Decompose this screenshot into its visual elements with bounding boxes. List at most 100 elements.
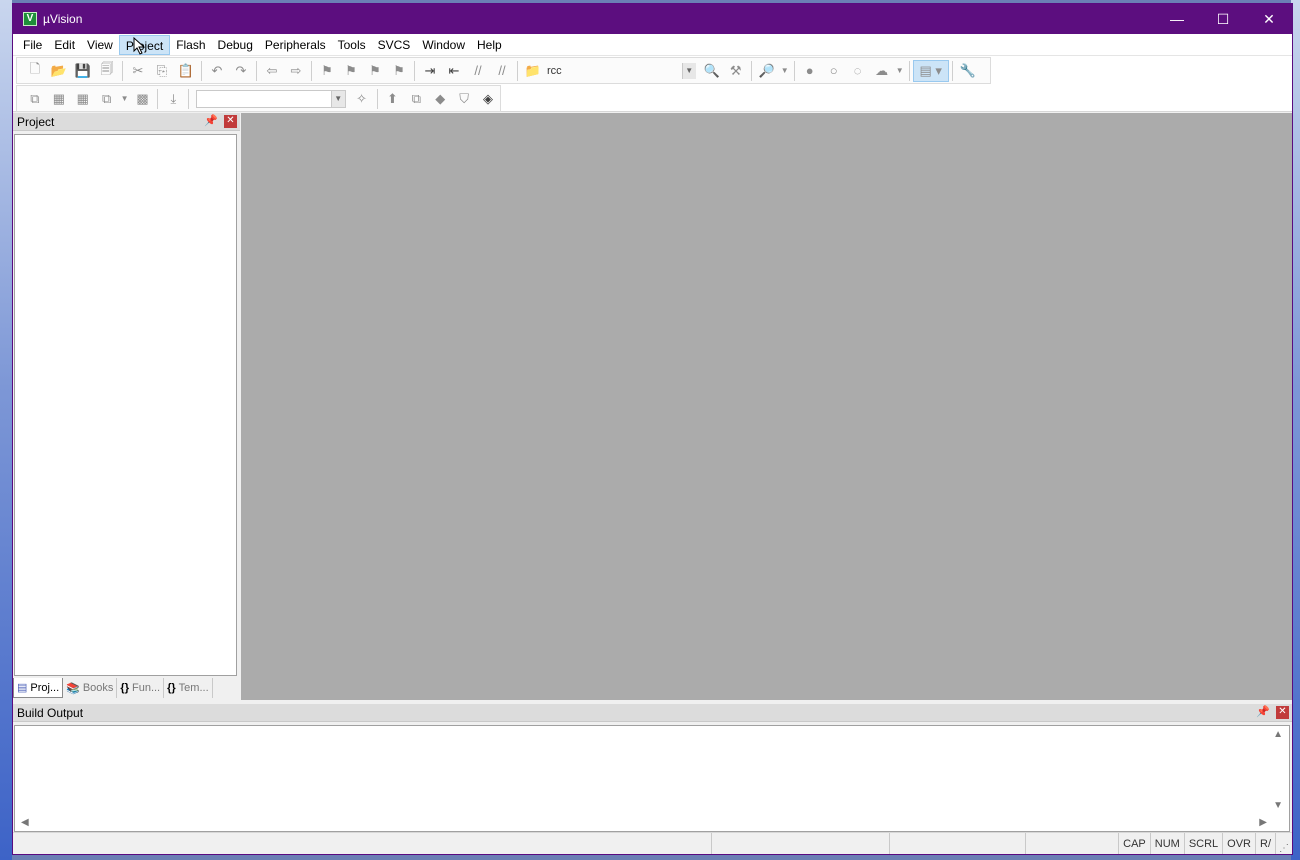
breakpoint-kill-all-icon[interactable]: ☁ xyxy=(870,60,894,82)
books-icon: 📚 xyxy=(66,682,80,695)
window-layout-icon[interactable]: ▤ ▾ xyxy=(912,59,949,82)
tab-functions[interactable]: {} Fun... xyxy=(117,678,165,698)
rebuild-icon[interactable]: ▦ xyxy=(71,88,95,110)
debug-session-icon[interactable]: 🔎 xyxy=(755,60,779,82)
build-output-pane: Build Output 📌 ✕ ▲ ▼ ◀ ▶ xyxy=(13,704,1292,832)
target-select[interactable]: ▼ xyxy=(196,89,346,108)
uvision-window: V µVision — ☐ ✕ File Edit View Project F… xyxy=(12,3,1293,855)
translate-icon[interactable]: ⧉ xyxy=(23,88,47,110)
pack-installer-icon[interactable]: ◆ xyxy=(428,88,452,110)
find-combo[interactable]: ▼ xyxy=(566,62,696,80)
paste-icon[interactable]: 📋 xyxy=(174,60,198,82)
copy-icon[interactable]: ⎘ xyxy=(150,60,174,82)
bookmark-previous-icon[interactable]: ⚑ xyxy=(339,60,363,82)
pin-icon[interactable]: 📌 xyxy=(1256,705,1270,718)
indent-icon[interactable]: ⇥ xyxy=(418,60,442,82)
breakpoint-insert-icon[interactable]: ● xyxy=(798,60,822,82)
toolbar-separator xyxy=(750,60,752,81)
download-load-icon[interactable]: ⤓ xyxy=(161,88,185,110)
unindent-icon[interactable]: ⇤ xyxy=(442,60,466,82)
close-icon[interactable]: ✕ xyxy=(1276,706,1289,719)
configure-wrench-icon[interactable]: 🔧 xyxy=(956,60,980,82)
bookmark-clear-icon[interactable]: ⚑ xyxy=(387,60,411,82)
maximize-button[interactable]: ☐ xyxy=(1200,4,1246,34)
toolbar-separator xyxy=(951,60,953,81)
menu-project[interactable]: Project xyxy=(118,34,171,55)
project-pane: Project 📌 ✕ ▤ Proj... 📚 Books {} Fun... … xyxy=(13,113,240,700)
cut-icon[interactable]: ✂ xyxy=(126,60,150,82)
build-output-text[interactable]: ▲ ▼ ◀ ▶ xyxy=(14,725,1290,832)
select-software-packs-icon[interactable]: ⛉ xyxy=(452,88,476,110)
menu-debug[interactable]: Debug xyxy=(212,35,259,55)
tab-label: Tem... xyxy=(178,682,209,694)
tab-templates[interactable]: {} Tem... xyxy=(164,678,213,698)
menu-view[interactable]: View xyxy=(81,35,119,55)
status-cap: CAP xyxy=(1119,833,1151,854)
project-tree[interactable] xyxy=(14,134,237,676)
file-extensions-icon[interactable]: ⧉ xyxy=(404,88,428,110)
menu-tools[interactable]: Tools xyxy=(332,35,372,55)
status-cursor xyxy=(1026,833,1120,854)
scroll-down-icon[interactable]: ▼ xyxy=(1273,800,1283,811)
save-all-icon[interactable]: 🗐 xyxy=(95,60,119,82)
templates-icon: {} xyxy=(167,682,176,694)
menu-edit[interactable]: Edit xyxy=(48,35,81,55)
pin-icon[interactable]: 📌 xyxy=(204,114,218,127)
breakpoint-disable-all-icon[interactable]: ◌ xyxy=(846,60,870,82)
menu-flash[interactable]: Flash xyxy=(170,35,211,55)
project-tab-icon: ▤ xyxy=(17,682,28,694)
chevron-down-icon[interactable]: ▼ xyxy=(681,62,696,79)
manage-components-icon[interactable]: ⬆ xyxy=(381,88,405,110)
build-icon[interactable]: ▦ xyxy=(47,88,71,110)
new-file-icon[interactable]: 🗋 xyxy=(23,60,47,82)
chevron-down-icon[interactable]: ▼ xyxy=(330,90,345,107)
minimize-button[interactable]: — xyxy=(1154,4,1200,34)
uncomment-icon[interactable]: // xyxy=(490,60,514,82)
find-icon[interactable]: 🔍 xyxy=(700,60,724,82)
chevron-down-icon[interactable]: ▼ xyxy=(894,60,906,82)
menu-file[interactable]: File xyxy=(17,35,48,55)
toolbar-separator xyxy=(188,88,190,109)
open-folder-icon[interactable]: 📂 xyxy=(47,60,71,82)
chevron-down-icon[interactable]: ▼ xyxy=(119,88,131,110)
toolbar-separator xyxy=(908,60,910,81)
file-toolbar: 🗋 📂 💾 🗐 ✂ ⎘ 📋 ↶ ↷ ⇦ ⇨ ⚑ ⚑ ⚑ ⚑ ⇥ ⇤ // // xyxy=(16,57,991,84)
tab-books[interactable]: 📚 Books xyxy=(63,678,118,698)
editor-area[interactable] xyxy=(241,113,1292,700)
menu-help[interactable]: Help xyxy=(471,35,508,55)
target-options-icon[interactable]: ✧ xyxy=(350,88,374,110)
scroll-up-icon[interactable]: ▲ xyxy=(1273,729,1283,740)
breakpoint-disable-icon[interactable]: ○ xyxy=(822,60,846,82)
close-button[interactable]: ✕ xyxy=(1246,4,1292,34)
incremental-find-icon[interactable]: ⚒ xyxy=(724,60,748,82)
menu-peripherals[interactable]: Peripherals xyxy=(259,35,332,55)
toolbar-separator xyxy=(376,88,378,109)
navigate-back-icon[interactable]: ⇦ xyxy=(260,60,284,82)
redo-icon[interactable]: ↷ xyxy=(229,60,253,82)
uvision-app-icon: V xyxy=(23,12,37,26)
save-icon[interactable]: 💾 xyxy=(71,60,95,82)
desktop-background-left xyxy=(0,0,12,860)
find-text-field[interactable]: rcc xyxy=(547,65,562,77)
batch-build-icon[interactable]: ⧉ xyxy=(95,88,119,110)
navigate-forward-icon[interactable]: ⇨ xyxy=(284,60,308,82)
tab-project[interactable]: ▤ Proj... xyxy=(13,678,64,698)
chevron-down-icon[interactable]: ▼ xyxy=(779,60,791,82)
undo-icon[interactable]: ↶ xyxy=(205,60,229,82)
title-bar[interactable]: V µVision — ☐ ✕ xyxy=(13,4,1292,34)
find-in-files-icon[interactable]: 📁 xyxy=(521,60,545,82)
stop-build-icon[interactable]: ▩ xyxy=(131,88,155,110)
menu-window[interactable]: Window xyxy=(416,35,471,55)
project-pane-header: Project 📌 ✕ xyxy=(13,113,240,131)
close-icon[interactable]: ✕ xyxy=(224,115,237,128)
bookmark-next-icon[interactable]: ⚑ xyxy=(363,60,387,82)
comment-icon[interactable]: // xyxy=(466,60,490,82)
bookmark-toggle-icon[interactable]: ⚑ xyxy=(315,60,339,82)
run-time-environment-icon[interactable]: ◈ xyxy=(476,88,500,110)
build-output-header: Build Output 📌 ✕ xyxy=(13,704,1292,722)
resize-grip-icon[interactable]: ⋰ xyxy=(1276,833,1292,854)
scroll-right-icon[interactable]: ▶ xyxy=(1259,817,1267,828)
scroll-left-icon[interactable]: ◀ xyxy=(21,817,29,828)
status-debugger xyxy=(712,833,891,854)
menu-svcs[interactable]: SVCS xyxy=(372,35,417,55)
